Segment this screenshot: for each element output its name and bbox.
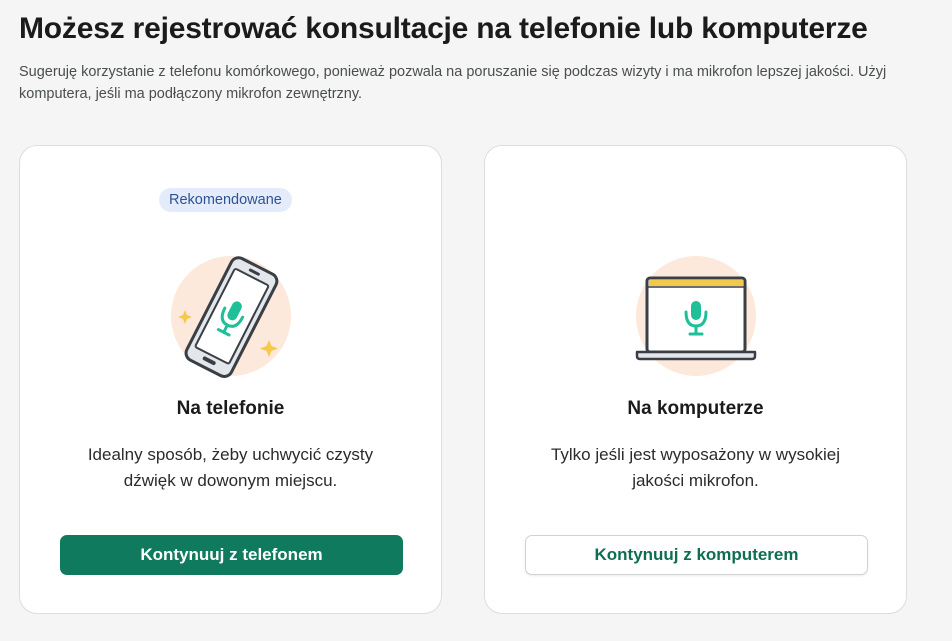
- continue-with-phone-button[interactable]: Kontynuuj z telefonem: [60, 535, 403, 575]
- page-subtitle: Sugeruję korzystanie z telefonu komórkow…: [19, 64, 887, 102]
- computer-option-title: Na komputerze: [627, 398, 764, 419]
- phone-option-card: Rekomendowane Na telefonie Idealny sposó…: [19, 145, 442, 614]
- laptop-microphone-icon: [616, 246, 776, 386]
- continue-with-computer-button[interactable]: Kontynuuj z komputerem: [525, 535, 868, 575]
- computer-option-card: Na komputerze Tylko jeśli jest wyposażon…: [484, 145, 907, 614]
- recommended-badge: Rekomendowane: [159, 188, 292, 212]
- page-title: Możesz rejestrować konsultacje na telefo…: [19, 12, 868, 45]
- phone-microphone-icon: [151, 246, 311, 386]
- phone-option-title: Na telefonie: [176, 398, 285, 419]
- phone-option-description: Idealny sposób, żeby uchwycić czysty dźw…: [87, 445, 374, 490]
- computer-option-description: Tylko jeśli jest wyposażony w wysokiej j…: [550, 445, 841, 490]
